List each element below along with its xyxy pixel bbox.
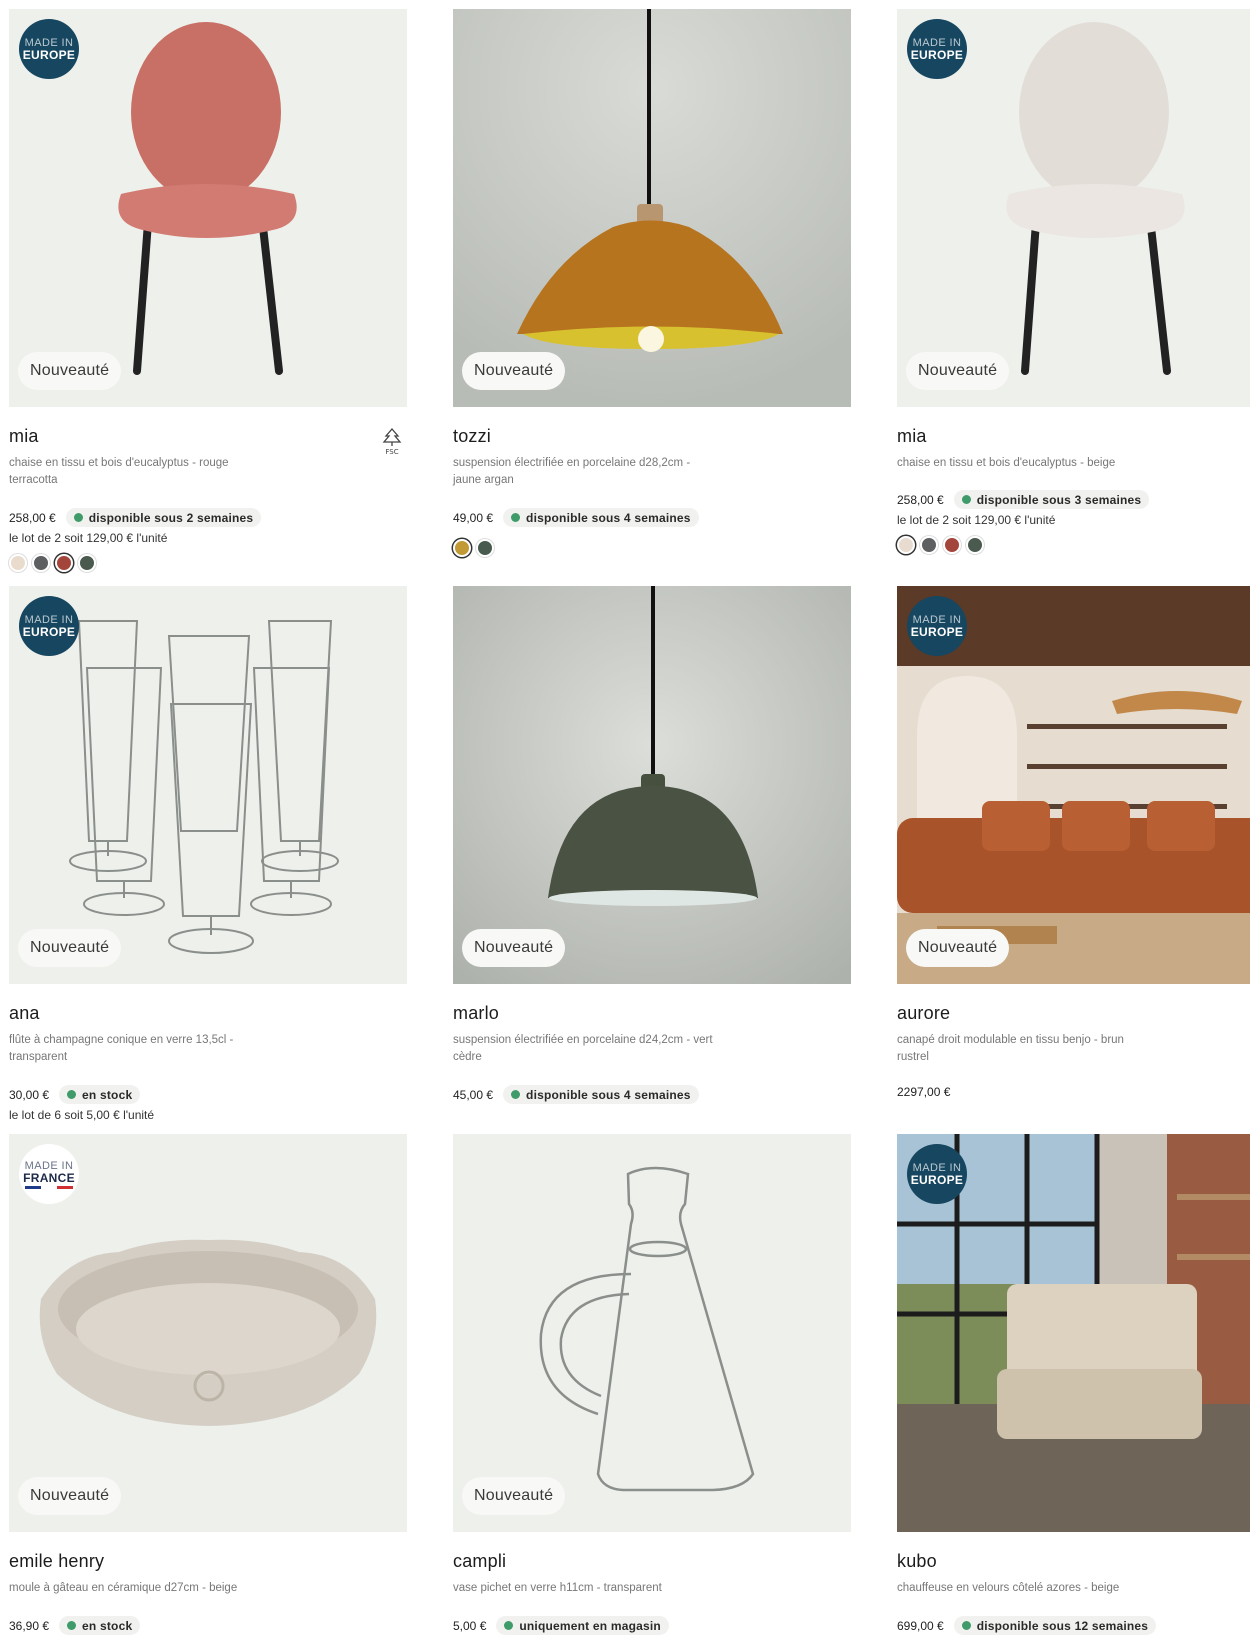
product-description: suspension électrifiée en porcelaine d24… — [453, 1034, 713, 1063]
product-description: vase pichet en verre h11cm - transparent — [453, 1582, 662, 1594]
swatch-yellow[interactable] — [453, 539, 471, 557]
product-image[interactable]: Nouveauté — [453, 9, 851, 407]
product-card-aurore[interactable]: MADE IN EUROPE Nouveauté aurore canapé dr… — [897, 586, 1250, 1099]
product-title[interactable]: marlo — [453, 1003, 851, 1024]
product-card-emile-henry[interactable]: MADE IN FRANCE Nouveauté emile henry moul… — [9, 1134, 407, 1635]
product-card-tozzi[interactable]: Nouveauté tozzi suspension électrifiée e… — [453, 9, 851, 557]
product-title[interactable]: mia — [9, 426, 407, 447]
pendant-lamp-green-image — [453, 586, 851, 984]
product-title[interactable]: kubo — [897, 1551, 1250, 1572]
availability-dot-icon — [67, 1621, 77, 1630]
product-image[interactable]: MADE IN EUROPE Nouveauté — [9, 586, 407, 984]
product-title[interactable]: ana — [9, 1003, 407, 1024]
product-description: suspension électrifiée en porcelaine d28… — [453, 457, 691, 486]
made-in-europe-badge: MADE IN EUROPE — [19, 19, 79, 79]
product-description: flûte à champagne conique en verre 13,5c… — [9, 1034, 234, 1063]
product-description: chauffeuse en velours côtelé azores - be… — [897, 1582, 1120, 1594]
availability-dot-icon — [961, 495, 971, 504]
product-price: 699,00 € — [897, 1618, 944, 1633]
availability-badge: disponible sous 4 semaines — [503, 1085, 699, 1104]
product-price: 45,00 € — [453, 1087, 494, 1102]
product-image[interactable]: MADE IN EUROPE Nouveauté — [897, 586, 1250, 984]
swatch-terracotta[interactable] — [943, 536, 961, 554]
color-swatches — [897, 536, 1250, 554]
product-image[interactable]: Nouveauté — [453, 586, 851, 984]
product-card-ana[interactable]: MADE IN EUROPE Nouveauté ana flûte à cham… — [9, 586, 407, 1122]
product-card-mia-beige[interactable]: MADE IN EUROPE Nouveauté mia chaise en ti… — [897, 9, 1250, 554]
swatch-beige[interactable] — [897, 536, 915, 554]
new-badge: Nouveauté — [906, 929, 1010, 967]
product-price: 2297,00 € — [897, 1085, 951, 1099]
availability-dot-icon — [511, 513, 521, 522]
availability-badge: disponible sous 2 semaines — [65, 508, 262, 527]
fsc-icon: FSC — [382, 428, 402, 456]
new-badge: Nouveauté — [462, 352, 566, 390]
pendant-lamp-yellow-image — [453, 9, 851, 407]
product-price: 49,00 € — [453, 510, 494, 525]
swatch-grey[interactable] — [32, 554, 50, 572]
product-description: chaise en tissu et bois d'eucalyptus - b… — [897, 457, 1116, 469]
made-in-europe-badge: MADE IN EUROPE — [907, 19, 967, 79]
availability-dot-icon — [511, 1090, 521, 1099]
new-badge: Nouveauté — [18, 929, 122, 967]
product-price: 36,90 € — [9, 1618, 50, 1633]
swatch-beige[interactable] — [9, 554, 27, 572]
availability-badge: uniquement en magasin — [496, 1616, 669, 1635]
lot-info: le lot de 2 soit 129,00 € l'unité — [897, 513, 1056, 527]
lot-info: le lot de 2 soit 129,00 € l'unité — [9, 531, 168, 545]
new-badge: Nouveauté — [462, 1477, 566, 1515]
product-title[interactable]: tozzi — [453, 426, 851, 447]
product-card-campli[interactable]: Nouveauté campli vase pichet en verre h1… — [453, 1134, 851, 1635]
availability-dot-icon — [67, 1090, 77, 1099]
new-badge: Nouveauté — [18, 1477, 122, 1515]
made-in-europe-badge: MADE IN EUROPE — [19, 596, 79, 656]
svg-text:FSC: FSC — [385, 448, 398, 456]
made-in-europe-badge: MADE IN EUROPE — [907, 1144, 967, 1204]
availability-badge: disponible sous 12 semaines — [953, 1616, 1157, 1635]
availability-badge: en stock — [59, 1616, 141, 1635]
glass-pitcher-image — [539, 1166, 755, 1492]
product-title[interactable]: campli — [453, 1551, 851, 1572]
swatch-green[interactable] — [476, 539, 494, 557]
product-description: chaise en tissu et bois d'eucalyptus - r… — [9, 457, 229, 486]
france-flag-icon — [25, 1185, 73, 1189]
product-price: 5,00 € — [453, 1618, 487, 1633]
new-badge: Nouveauté — [462, 929, 566, 967]
availability-dot-icon — [73, 513, 83, 522]
availability-badge: disponible sous 4 semaines — [503, 508, 699, 527]
product-card-kubo[interactable]: MADE IN EUROPE kubo chauffeuse en velours… — [897, 1134, 1250, 1635]
product-card-marlo[interactable]: Nouveauté marlo suspension électrifiée e… — [453, 586, 851, 1104]
product-image[interactable]: MADE IN EUROPE Nouveauté — [897, 9, 1250, 407]
lot-info: le lot de 6 soit 5,00 € l'unité — [9, 1108, 155, 1122]
product-title[interactable]: aurore — [897, 1003, 1250, 1024]
product-price: 258,00 € — [897, 492, 944, 507]
product-title[interactable]: emile henry — [9, 1551, 407, 1572]
swatch-green[interactable] — [966, 536, 984, 554]
availability-dot-icon — [504, 1621, 514, 1630]
product-description: canapé droit modulable en tissu benjo - … — [897, 1034, 1124, 1063]
product-image[interactable]: Nouveauté — [453, 1134, 851, 1532]
product-price: 258,00 € — [9, 510, 56, 525]
availability-badge: disponible sous 3 semaines — [953, 490, 1150, 509]
swatch-terracotta[interactable] — [55, 554, 73, 572]
product-card-mia-terracotta[interactable]: MADE IN EUROPE Nouveauté mia chaise en ti… — [9, 9, 407, 572]
made-in-france-badge: MADE IN FRANCE — [19, 1144, 79, 1204]
color-swatches — [9, 554, 407, 572]
new-badge: Nouveauté — [906, 352, 1010, 390]
product-image[interactable]: MADE IN FRANCE Nouveauté — [9, 1134, 407, 1532]
swatch-grey[interactable] — [920, 536, 938, 554]
product-price: 30,00 € — [9, 1087, 50, 1102]
product-image[interactable]: MADE IN EUROPE — [897, 1134, 1250, 1532]
color-swatches — [453, 539, 851, 557]
product-title[interactable]: mia — [897, 426, 1250, 447]
product-description: moule à gâteau en céramique d27cm - beig… — [9, 1582, 238, 1594]
availability-badge: en stock — [59, 1085, 141, 1104]
made-in-europe-badge: MADE IN EUROPE — [907, 596, 967, 656]
swatch-green[interactable] — [78, 554, 96, 572]
availability-dot-icon — [961, 1621, 971, 1630]
product-image[interactable]: MADE IN EUROPE Nouveauté — [9, 9, 407, 407]
new-badge: Nouveauté — [18, 352, 122, 390]
